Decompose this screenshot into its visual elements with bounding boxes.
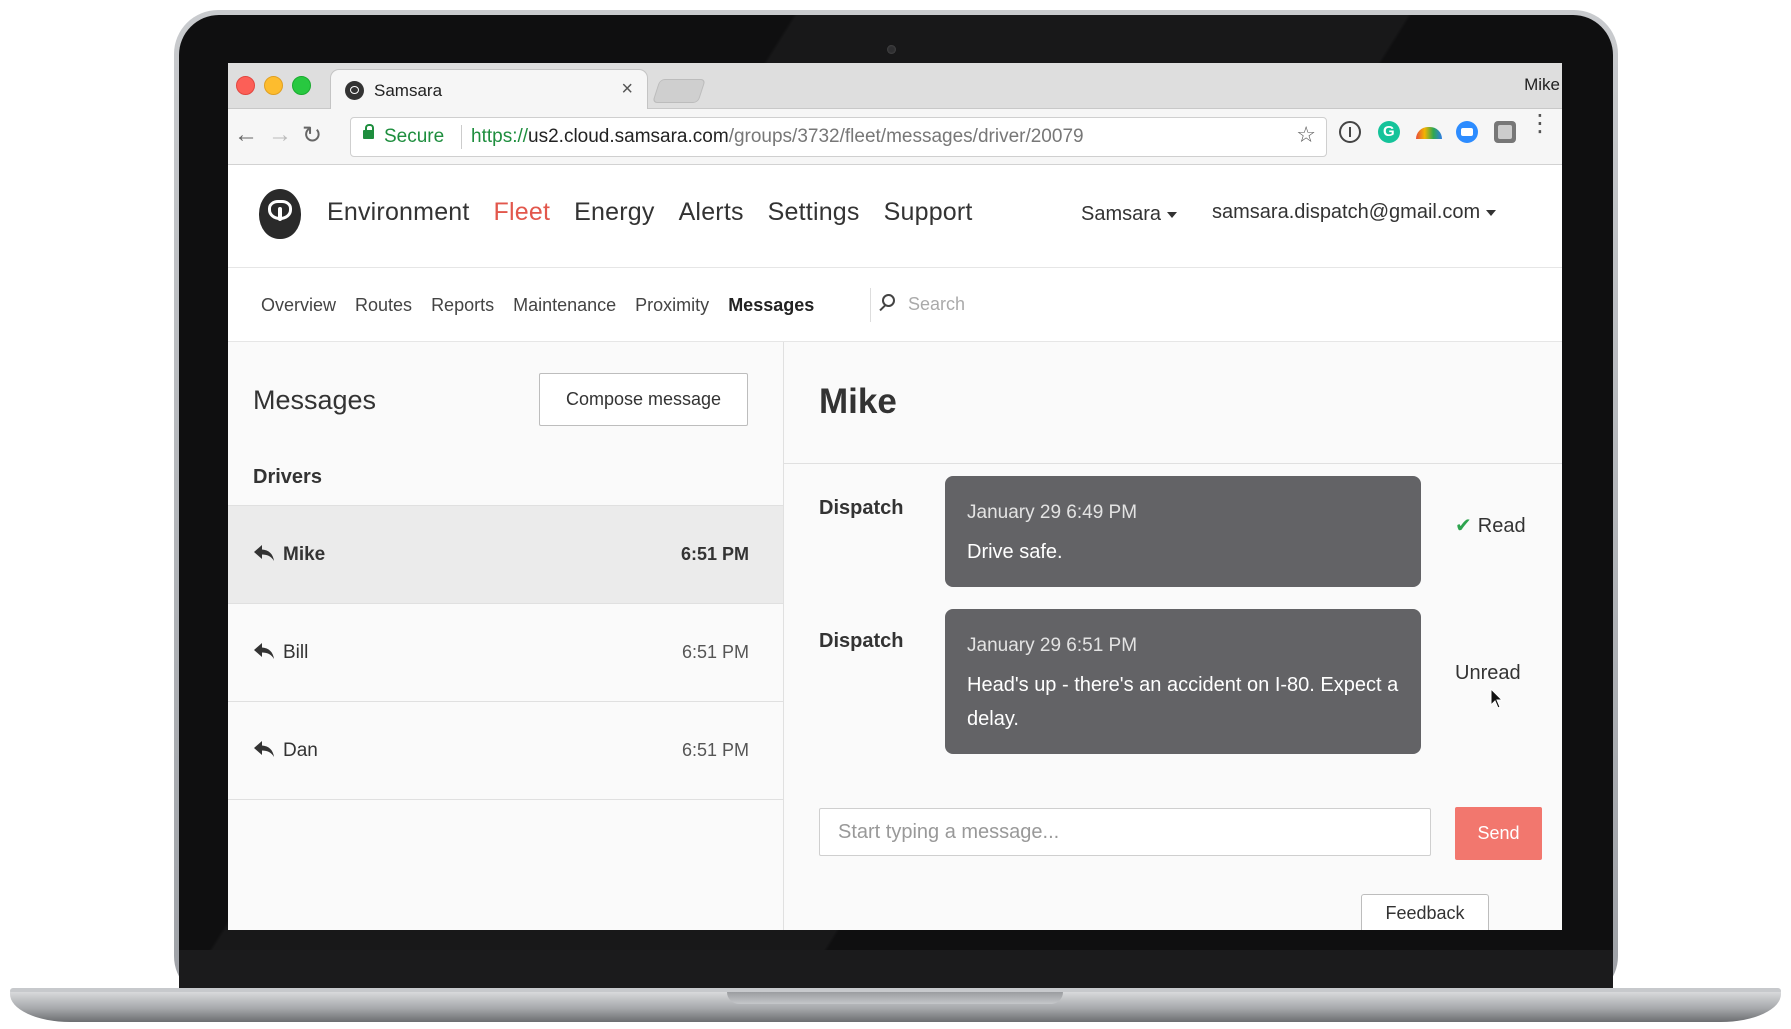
browser-tab-bar: Samsara × Mike (228, 63, 1562, 110)
message-text: Drive safe. (967, 541, 1063, 563)
samsara-logo-icon[interactable] (259, 189, 301, 239)
new-tab-button[interactable] (652, 79, 706, 103)
org-selector[interactable]: Samsara (1081, 203, 1178, 226)
compose-message-button[interactable]: Compose message (539, 373, 748, 426)
message-sender: Dispatch (819, 630, 904, 652)
lock-icon (363, 124, 374, 139)
nav-support[interactable]: Support (884, 198, 973, 227)
url-scheme: https:// (471, 126, 529, 147)
feedback-button[interactable]: Feedback (1361, 894, 1489, 930)
subnav-proximity[interactable]: Proximity (635, 295, 709, 316)
nav-alerts[interactable]: Alerts (679, 198, 744, 227)
message-bubble: January 29 6:51 PM Head's up - there's a… (945, 609, 1421, 754)
subnav-divider (870, 288, 871, 322)
driver-row-mike[interactable]: Mike 6:51 PM (228, 506, 783, 604)
url-text[interactable]: https://us2.cloud.samsara.com/groups/373… (471, 126, 1084, 148)
address-bar[interactable]: Secure https://us2.cloud.samsara.com/gro… (350, 117, 1327, 157)
nav-energy[interactable]: Energy (574, 198, 654, 227)
driver-last-message-time: 6:51 PM (681, 740, 749, 760)
message-sender: Dispatch (819, 497, 904, 519)
samsara-favicon-icon (345, 81, 364, 100)
rainbow-extension-icon[interactable] (1416, 127, 1442, 139)
browser-menu-icon[interactable]: ⋮ (1528, 112, 1552, 136)
conversation-panel: Mike Dispatch January 29 6:49 PM Drive s… (784, 342, 1562, 930)
checkmark-icon: ✔ (1455, 515, 1472, 537)
browser-toolbar: ← → ↻ Secure https://us2.cloud.samsara.c… (228, 109, 1562, 165)
driver-name: Mike (283, 544, 326, 565)
caret-down-icon (1167, 211, 1178, 218)
window-minimize-button[interactable] (264, 76, 283, 95)
bookmark-star-icon[interactable]: ☆ (1296, 122, 1316, 148)
main-nav: Environment Fleet Energy Alerts Settings… (327, 198, 973, 227)
url-divider (461, 125, 462, 149)
send-button[interactable]: Send (1455, 807, 1542, 860)
message-text: Head's up - there's an accident on I-80.… (967, 674, 1399, 730)
message-input[interactable] (819, 808, 1431, 856)
screen: Samsara × Mike ← → ↻ Secure https://us2.… (228, 63, 1562, 930)
sub-nav: Overview Routes Reports Maintenance Prox… (228, 268, 1562, 342)
message-timestamp: January 29 6:51 PM (967, 635, 1138, 656)
tab-title: Samsara (374, 81, 443, 100)
subnav-maintenance[interactable]: Maintenance (513, 295, 616, 316)
window-close-button[interactable] (236, 76, 255, 95)
nav-fleet[interactable]: Fleet (494, 198, 551, 227)
subnav-reports[interactable]: Reports (431, 295, 494, 316)
browser-tab[interactable]: Samsara × (330, 69, 648, 110)
drivers-section-title: Drivers (253, 466, 322, 488)
video-extension-icon[interactable] (1456, 121, 1478, 143)
driver-name: Bill (283, 642, 309, 663)
mouse-cursor-icon (1490, 688, 1504, 709)
secure-label: Secure (384, 126, 445, 147)
reply-arrow-icon (254, 545, 274, 561)
nav-settings[interactable]: Settings (768, 198, 860, 227)
driver-last-message-time: 6:51 PM (681, 642, 749, 662)
driver-last-message-time: 6:51 PM (680, 544, 749, 564)
message-bubble: January 29 6:49 PM Drive safe. (945, 476, 1421, 587)
app-header: Environment Fleet Energy Alerts Settings… (228, 165, 1562, 268)
read-status: ✔ Read (1455, 513, 1526, 538)
browser-profile-name[interactable]: Mike (1524, 75, 1560, 95)
window-maximize-button[interactable] (292, 76, 311, 95)
subnav-overview[interactable]: Overview (261, 295, 336, 316)
driver-list: Mike 6:51 PM Bill 6:51 PM Dan 6:51 PM (228, 505, 783, 800)
caret-down-icon (1486, 209, 1497, 216)
laptop-notch (727, 992, 1063, 1004)
conversation-title: Mike (819, 382, 897, 421)
subnav-messages[interactable]: Messages (728, 295, 814, 316)
conversation-header: Mike (784, 342, 1562, 464)
reply-arrow-icon (254, 741, 274, 757)
grammar-extension-icon[interactable] (1378, 121, 1400, 143)
driver-name: Dan (283, 740, 318, 761)
unread-status-label: Unread (1455, 662, 1521, 684)
subnav-routes[interactable]: Routes (355, 295, 412, 316)
sub-nav-items: Overview Routes Reports Maintenance Prox… (261, 295, 814, 316)
url-host: us2.cloud.samsara.com (528, 126, 729, 147)
url-path: /groups/3732/fleet/messages/driver/20079 (728, 126, 1084, 147)
search-icon (882, 294, 895, 307)
driver-row-dan[interactable]: Dan 6:51 PM (228, 702, 783, 800)
square-extension-icon[interactable] (1494, 121, 1516, 143)
tab-close-icon[interactable]: × (621, 78, 633, 101)
driver-row-bill[interactable]: Bill 6:51 PM (228, 604, 783, 702)
read-status-label: Read (1477, 515, 1526, 537)
account-menu[interactable]: samsara.dispatch@gmail.com (1212, 201, 1497, 224)
laptop-chin (179, 950, 1613, 992)
forward-arrow-icon[interactable]: → (268, 121, 292, 149)
search-input[interactable] (906, 287, 1110, 321)
back-arrow-icon[interactable]: ← (234, 121, 258, 149)
messages-sidebar: Messages Compose message Drivers Mike 6:… (228, 342, 784, 930)
password-manager-extension-icon[interactable] (1339, 121, 1361, 143)
camera-icon (887, 45, 896, 54)
reload-icon[interactable]: ↻ (302, 121, 322, 150)
org-selector-label: Samsara (1081, 203, 1162, 225)
reply-arrow-icon (254, 643, 274, 659)
message-timestamp: January 29 6:49 PM (967, 502, 1138, 523)
account-email: samsara.dispatch@gmail.com (1212, 201, 1481, 223)
nav-environment[interactable]: Environment (327, 198, 470, 227)
messages-title: Messages (253, 385, 377, 415)
unread-status: Unread (1455, 662, 1521, 685)
